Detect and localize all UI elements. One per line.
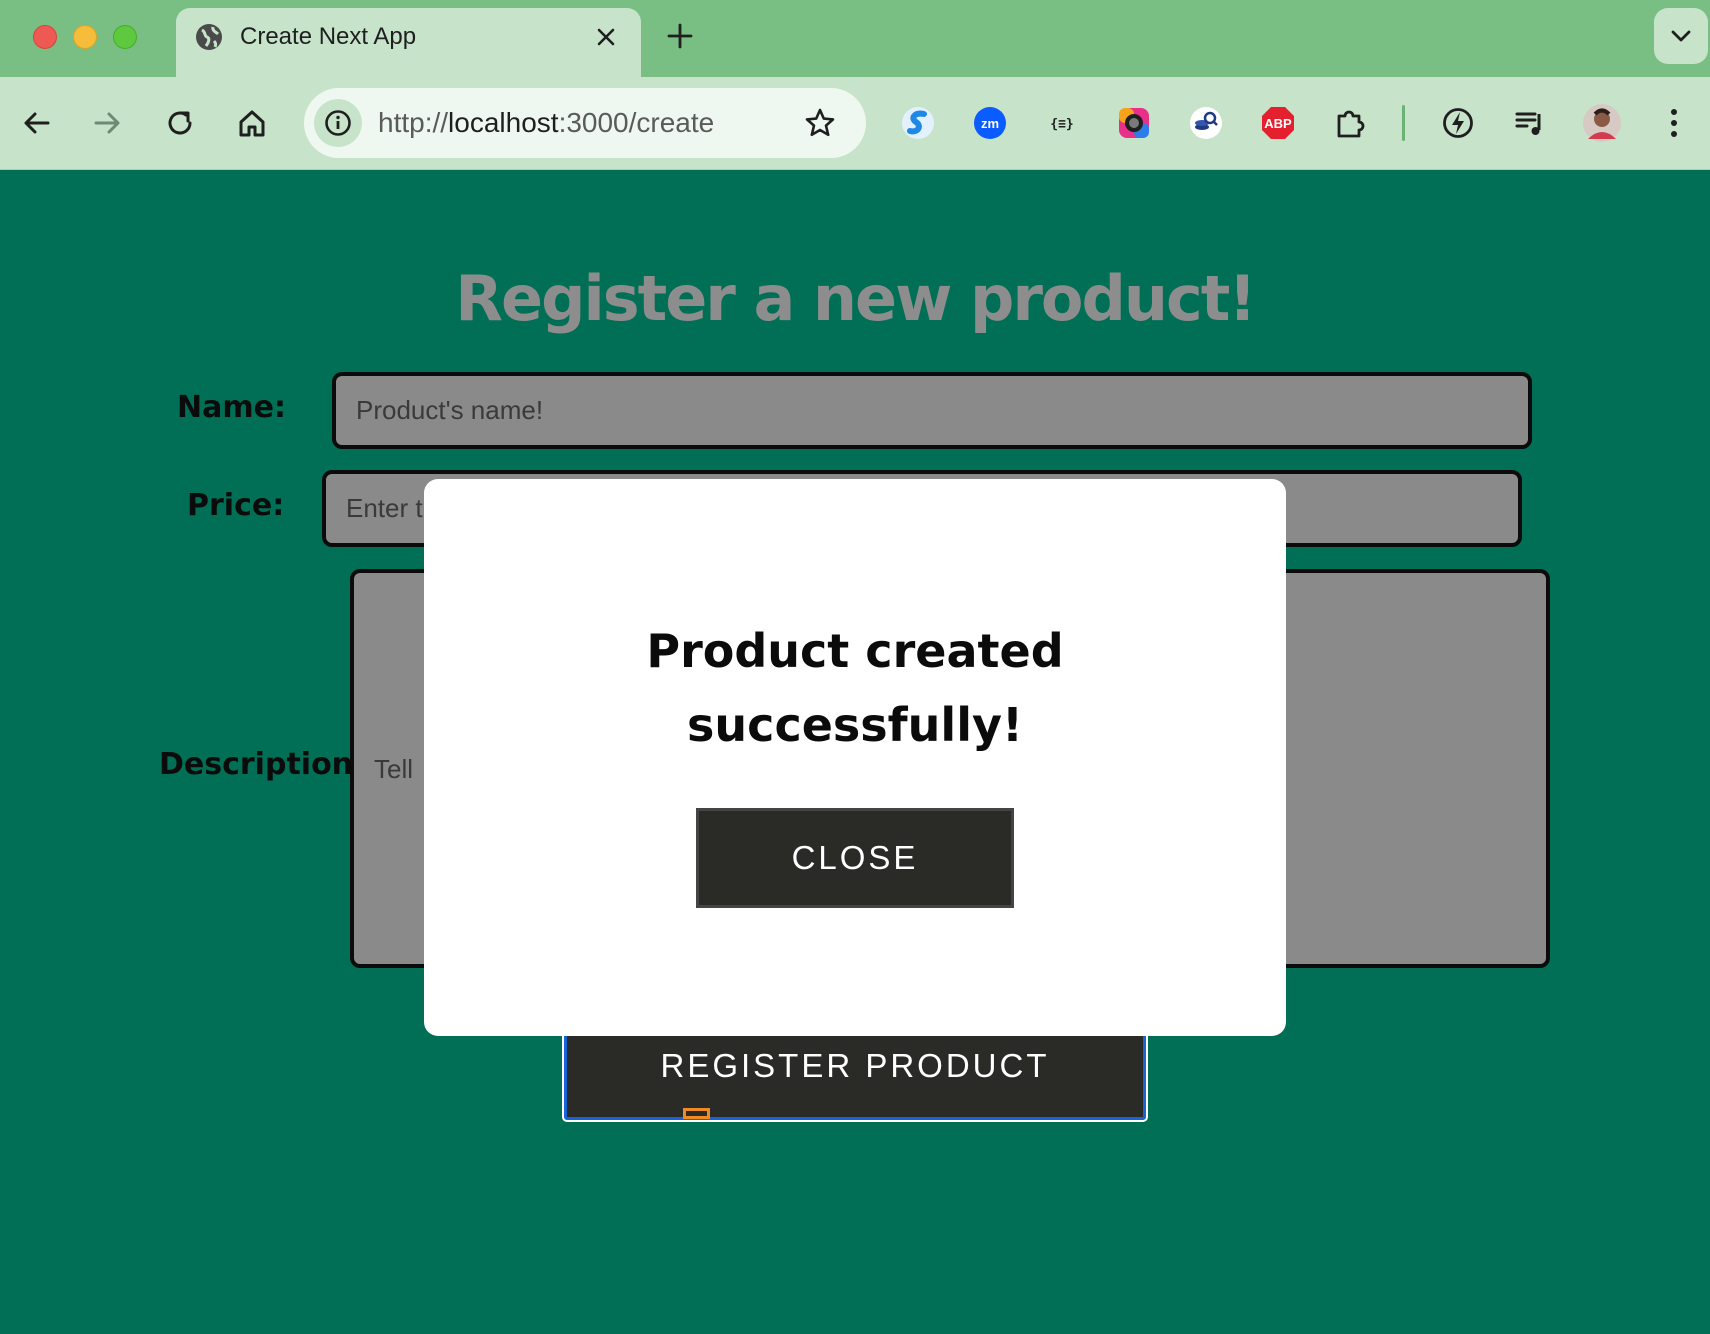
new-tab-plus-icon[interactable] bbox=[664, 20, 696, 52]
success-modal: Product created successfully! CLOSE bbox=[424, 479, 1286, 1036]
zoom-extension-icon[interactable]: zm bbox=[968, 101, 1012, 145]
bookmark-star-icon[interactable] bbox=[802, 105, 838, 141]
url-scheme: http:// bbox=[378, 107, 449, 138]
media-queue-icon[interactable] bbox=[1508, 101, 1552, 145]
browser-toolbar: http://localhost:3000/create zm {≡} ABP bbox=[0, 77, 1710, 170]
tab-search-chevron-down-icon[interactable] bbox=[1654, 8, 1708, 64]
globe-icon bbox=[194, 22, 224, 52]
tab-title: Create Next App bbox=[240, 23, 417, 50]
url-path: :3000/create bbox=[558, 107, 715, 138]
coin-search-extension-icon[interactable] bbox=[1184, 101, 1228, 145]
more-menu-icon[interactable] bbox=[1652, 101, 1696, 145]
forward-arrow-icon[interactable] bbox=[88, 103, 128, 143]
name-input[interactable]: Product's name! bbox=[332, 372, 1532, 449]
window-minimize-button[interactable] bbox=[73, 25, 97, 49]
page-title: Register a new product! bbox=[455, 262, 1256, 335]
description-placeholder: Tell bbox=[374, 754, 414, 784]
close-button[interactable]: CLOSE bbox=[696, 808, 1014, 908]
window-zoom-button[interactable] bbox=[113, 25, 137, 49]
description-label: Description: bbox=[159, 747, 366, 782]
price-placeholder: Enter t bbox=[346, 493, 423, 523]
window-close-button[interactable] bbox=[33, 25, 57, 49]
back-arrow-icon[interactable] bbox=[16, 103, 56, 143]
address-bar[interactable]: http://localhost:3000/create bbox=[304, 88, 866, 158]
profile-avatar[interactable] bbox=[1580, 101, 1624, 145]
svg-text:ABP: ABP bbox=[1264, 116, 1292, 131]
url-text[interactable]: http://localhost:3000/create bbox=[378, 107, 714, 139]
browser-tab-active[interactable]: Create Next App bbox=[176, 8, 641, 77]
url-host: localhost bbox=[448, 107, 559, 138]
puzzle-extensions-icon[interactable] bbox=[1328, 101, 1372, 145]
s-logo-extension-icon[interactable] bbox=[896, 101, 940, 145]
name-placeholder: Product's name! bbox=[356, 395, 544, 425]
price-label: Price: bbox=[187, 488, 285, 523]
browser-tab-strip: Create Next App bbox=[0, 0, 1710, 77]
svg-text:{≡}: {≡} bbox=[1050, 117, 1073, 132]
color-picker-extension-icon[interactable] bbox=[1112, 101, 1156, 145]
reload-icon[interactable] bbox=[160, 103, 200, 143]
name-label: Name: bbox=[177, 390, 286, 425]
lightning-extension-icon[interactable] bbox=[1436, 101, 1480, 145]
svg-text:zm: zm bbox=[981, 116, 999, 131]
close-icon[interactable] bbox=[591, 22, 621, 52]
json-formatter-extension-icon[interactable]: {≡} bbox=[1040, 101, 1084, 145]
adblock-plus-extension-icon[interactable]: ABP bbox=[1256, 101, 1300, 145]
modal-message: Product created successfully! bbox=[646, 624, 1064, 752]
toolbar-divider bbox=[1402, 105, 1405, 141]
resize-handle-bottom[interactable] bbox=[683, 1108, 710, 1119]
site-info-icon[interactable] bbox=[314, 99, 362, 147]
home-icon[interactable] bbox=[232, 103, 272, 143]
